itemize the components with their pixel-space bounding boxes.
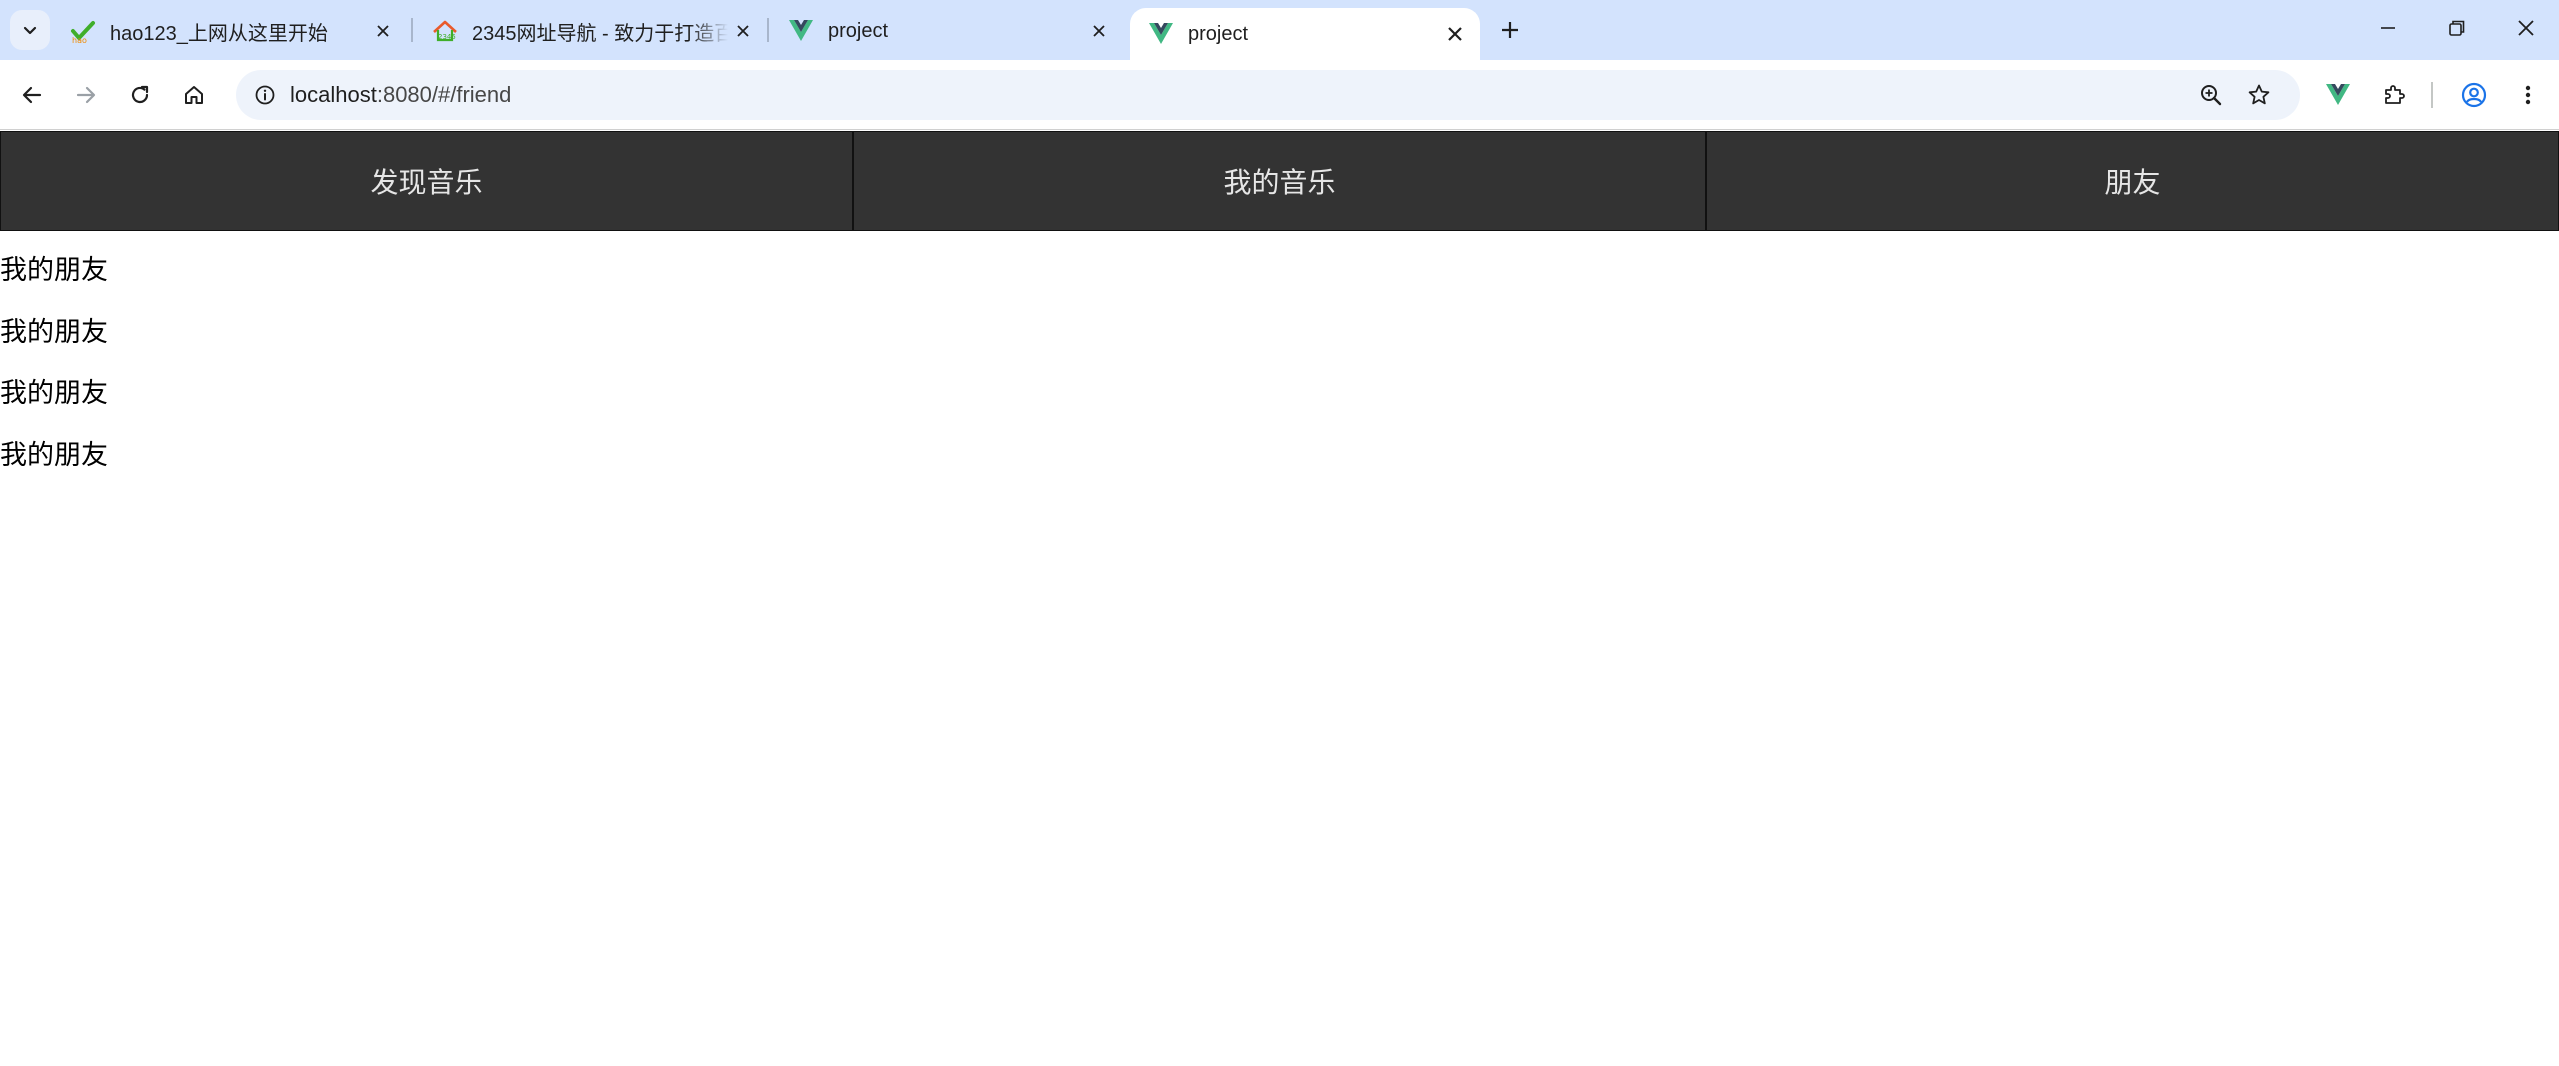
minimize-button[interactable] [2358, 8, 2418, 48]
tab-separator [411, 18, 413, 42]
music-nav-bar: 发现音乐 我的音乐 朋友 [0, 131, 2559, 231]
extensions-button[interactable] [2372, 73, 2416, 117]
nav-my-music[interactable]: 我的音乐 [853, 131, 1706, 231]
url-text[interactable]: localhost:8080/#/friend [290, 70, 511, 120]
minimize-icon [2381, 27, 2395, 29]
browser-tab-project-active[interactable]: project [1130, 8, 1480, 60]
forward-button[interactable] [64, 73, 108, 117]
browser-tab-strip: hao hao123_上网从这里开始 2345 2345网址导航 - 致力于打造… [0, 0, 2559, 60]
close-tab-icon[interactable] [728, 16, 758, 46]
vue-icon [788, 18, 814, 44]
browser-tab-project[interactable]: project [770, 8, 1124, 54]
new-tab-button[interactable] [1490, 12, 1530, 48]
url-host: localhost [290, 82, 377, 107]
home-button[interactable] [172, 73, 216, 117]
tab-title: project [1188, 22, 1249, 45]
toolbar-divider [2431, 82, 2433, 108]
site-info-icon[interactable] [246, 76, 284, 114]
reload-icon [131, 85, 149, 104]
puzzle-icon [2385, 85, 2405, 104]
nav-friends[interactable]: 朋友 [1706, 131, 2559, 231]
close-tab-icon[interactable] [1084, 16, 1114, 46]
vue-icon [1148, 21, 1174, 47]
friend-list-item: 我的朋友 [0, 316, 108, 347]
reload-button[interactable] [118, 73, 162, 117]
browser-toolbar: localhost:8080/#/friend [0, 60, 2559, 130]
friend-list-item: 我的朋友 [0, 255, 108, 285]
profile-avatar-icon [2461, 82, 2487, 108]
tab-search-button[interactable] [10, 10, 50, 50]
restore-icon [2449, 20, 2465, 36]
back-button[interactable] [10, 73, 54, 117]
tab-title: project [828, 19, 889, 42]
profile-button[interactable] [2452, 73, 2496, 117]
bookmark-star-icon[interactable] [2240, 76, 2278, 114]
plus-icon [1502, 22, 1518, 38]
vue-icon [2326, 84, 2350, 105]
friend-list-item: 我的朋友 [0, 439, 108, 470]
browser-tab-2345[interactable]: 2345 2345网址导航 - 致力于打造百年 [414, 8, 768, 54]
zoom-icon[interactable] [2192, 76, 2230, 114]
more-vertical-icon [2525, 85, 2531, 105]
address-bar[interactable]: localhost:8080/#/friend [236, 70, 2300, 120]
chevron-down-icon [23, 26, 37, 35]
restore-button[interactable] [2427, 8, 2487, 48]
hao123-icon: hao [70, 18, 96, 44]
tab-title: 2345网址导航 - 致力于打造百年 [472, 22, 728, 45]
close-icon [2518, 20, 2534, 36]
tab-title: hao123_上网从这里开始 [110, 22, 328, 45]
home-icon [185, 86, 203, 104]
url-path: :8080/#/friend [376, 82, 512, 107]
friend-list: 我的朋友 我的朋友 我的朋友 我的朋友 [0, 255, 108, 501]
close-window-button[interactable] [2496, 8, 2556, 48]
svg-text:hao: hao [72, 36, 87, 44]
2345-icon: 2345 [432, 18, 458, 44]
friend-list-item: 我的朋友 [0, 378, 108, 408]
vue-devtools-extension-button[interactable] [2316, 73, 2360, 117]
tab-separator [767, 18, 769, 42]
close-tab-icon[interactable] [368, 16, 398, 46]
close-tab-icon[interactable] [1440, 19, 1470, 49]
browser-tab-hao123[interactable]: hao hao123_上网从这里开始 [52, 8, 408, 54]
nav-discover-music[interactable]: 发现音乐 [0, 131, 853, 231]
page-viewport: 发现音乐 我的音乐 朋友 我的朋友 我的朋友 我的朋友 我的朋友 [0, 131, 2559, 1066]
arrow-left-icon [22, 86, 42, 104]
svg-text:2345: 2345 [438, 33, 456, 41]
browser-menu-button[interactable] [2506, 73, 2550, 117]
arrow-right-icon [76, 86, 96, 104]
